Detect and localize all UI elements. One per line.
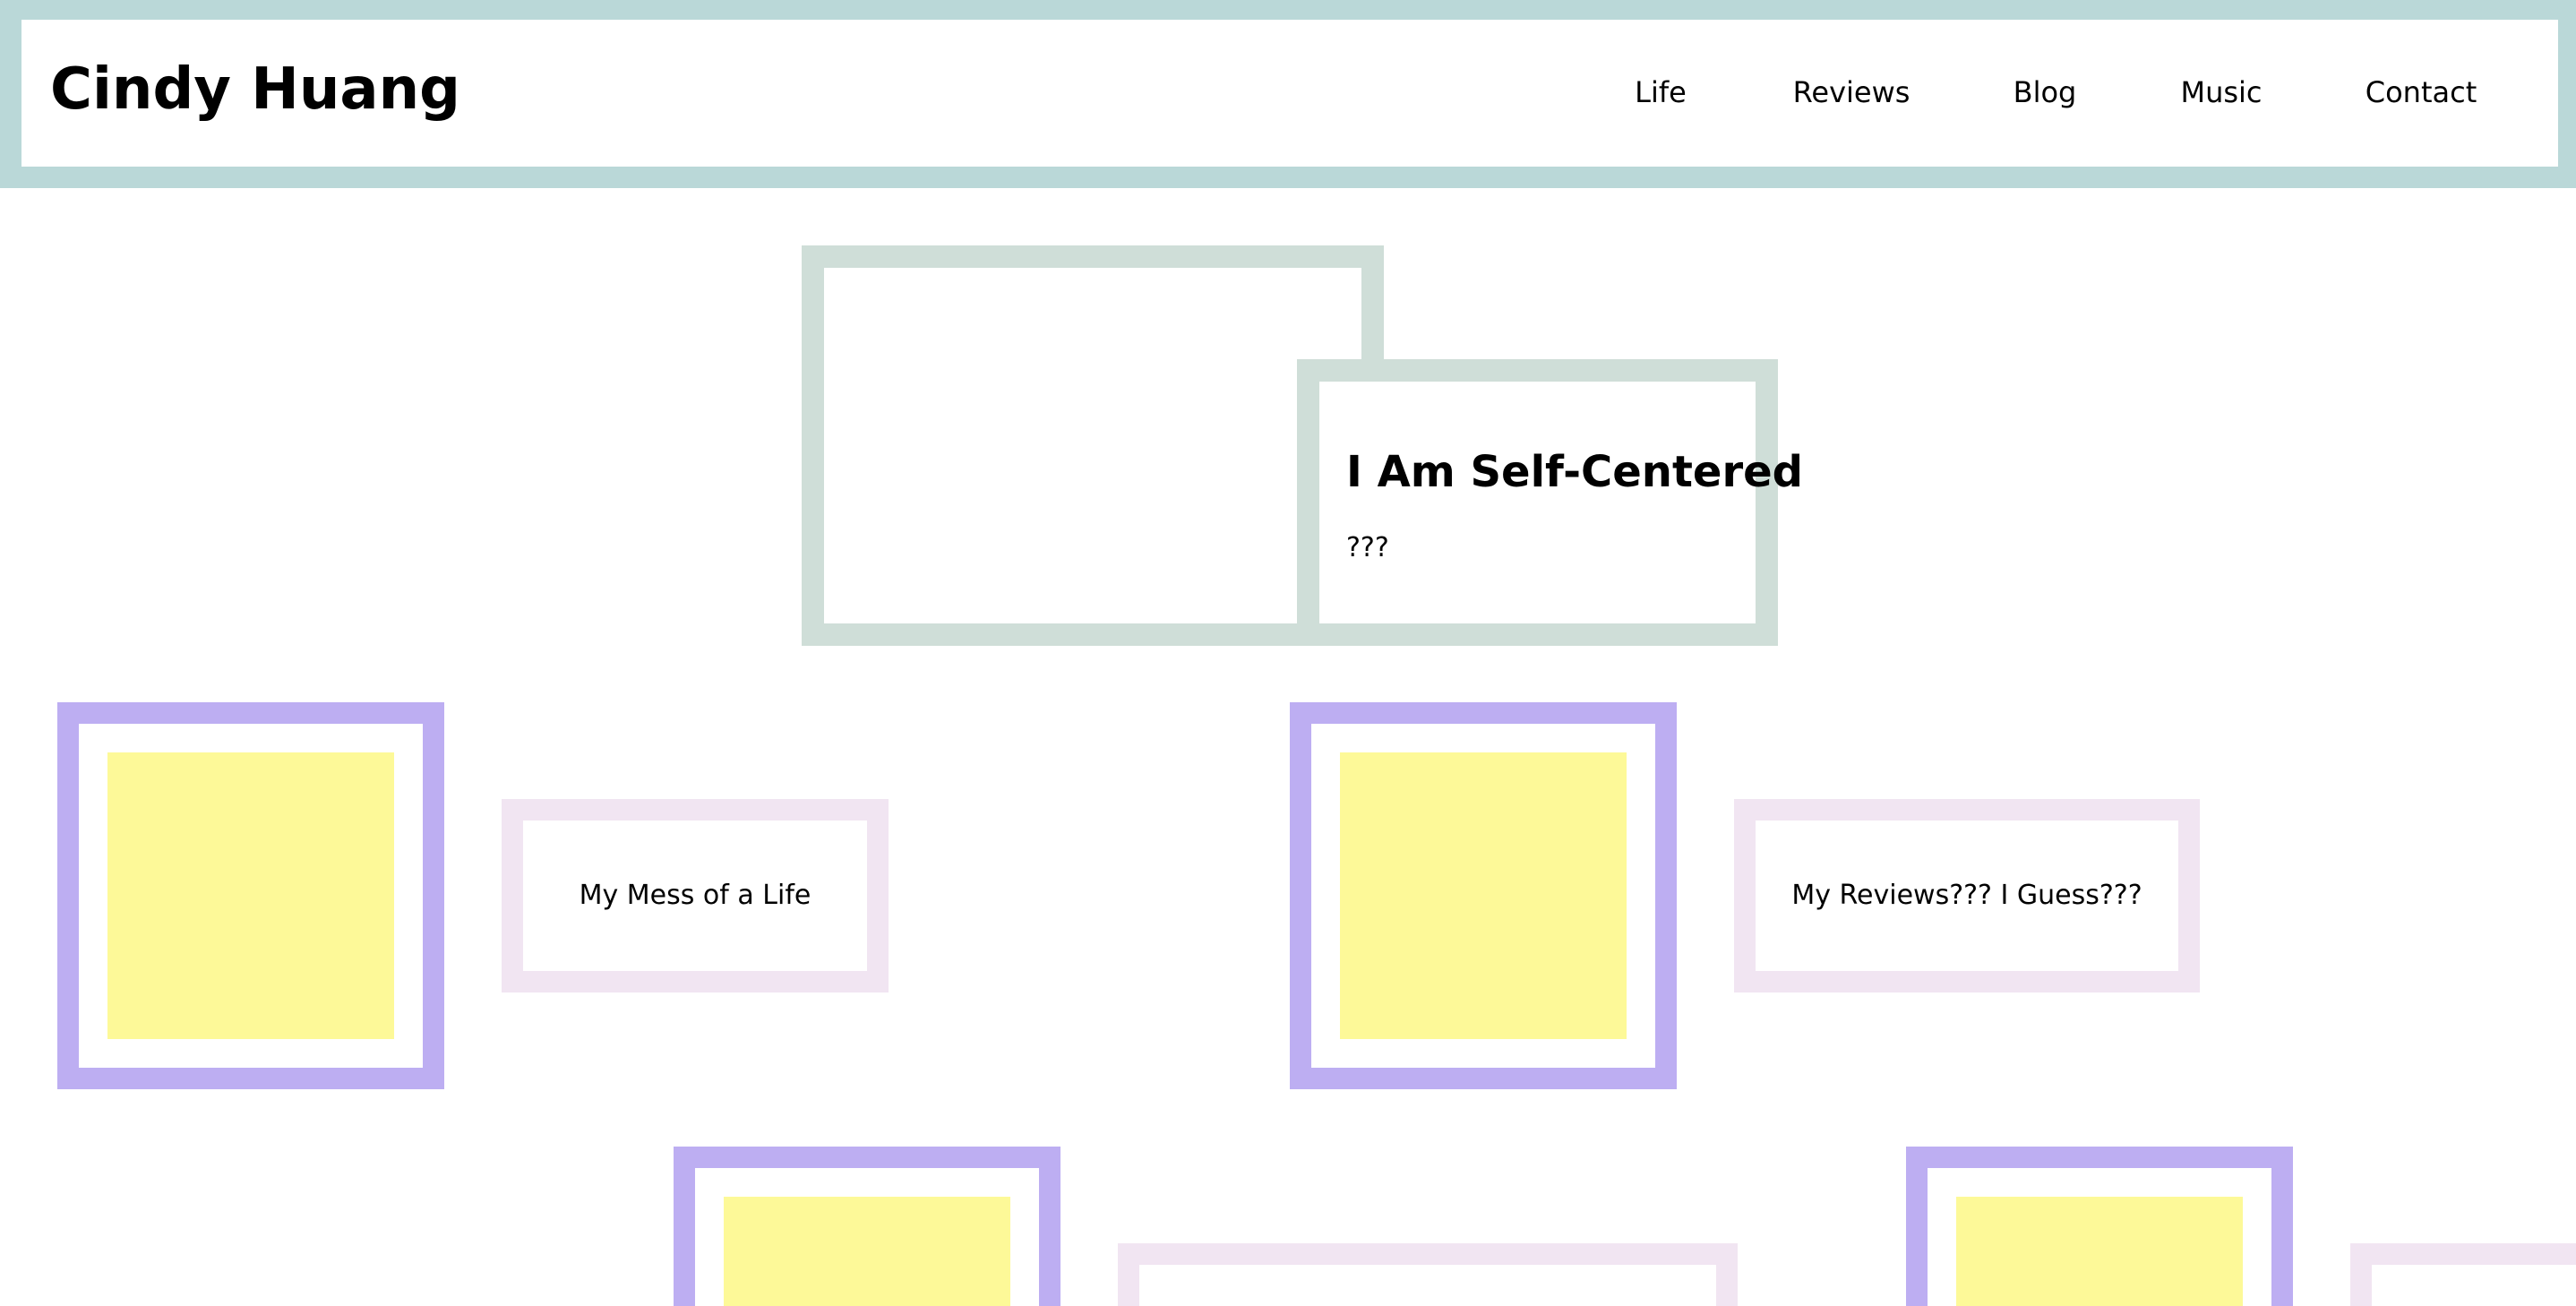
nav-link-contact[interactable]: Contact [2366, 78, 2477, 107]
hero-title: I Am Self-Centered [1346, 447, 1804, 497]
card-reviews-thumbnail-image [1340, 752, 1627, 1039]
card-life-label-box[interactable]: My Mess of a Life [502, 799, 889, 992]
nav-link-music[interactable]: Music [2180, 78, 2262, 107]
card-reviews-label-box[interactable]: My Reviews??? I Guess??? [1734, 799, 2200, 992]
nav-link-blog[interactable]: Blog [2014, 78, 2077, 107]
hero-caption-frame [1297, 359, 1778, 646]
card-4-label-box[interactable] [2350, 1243, 2576, 1306]
card-4-thumbnail-image [1956, 1197, 2243, 1306]
nav-link-reviews[interactable]: Reviews [1793, 78, 1911, 107]
hero-subtitle: ??? [1346, 532, 1389, 563]
site-title[interactable]: Cindy Huang [50, 61, 460, 118]
card-life-label: My Mess of a Life [579, 880, 811, 911]
card-reviews-label: My Reviews??? I Guess??? [1791, 880, 2142, 911]
card-3-thumbnail-image [724, 1197, 1010, 1306]
nav-link-life[interactable]: Life [1635, 78, 1687, 107]
card-3-label-box[interactable] [1118, 1243, 1738, 1306]
card-life-thumbnail-image [107, 752, 394, 1039]
